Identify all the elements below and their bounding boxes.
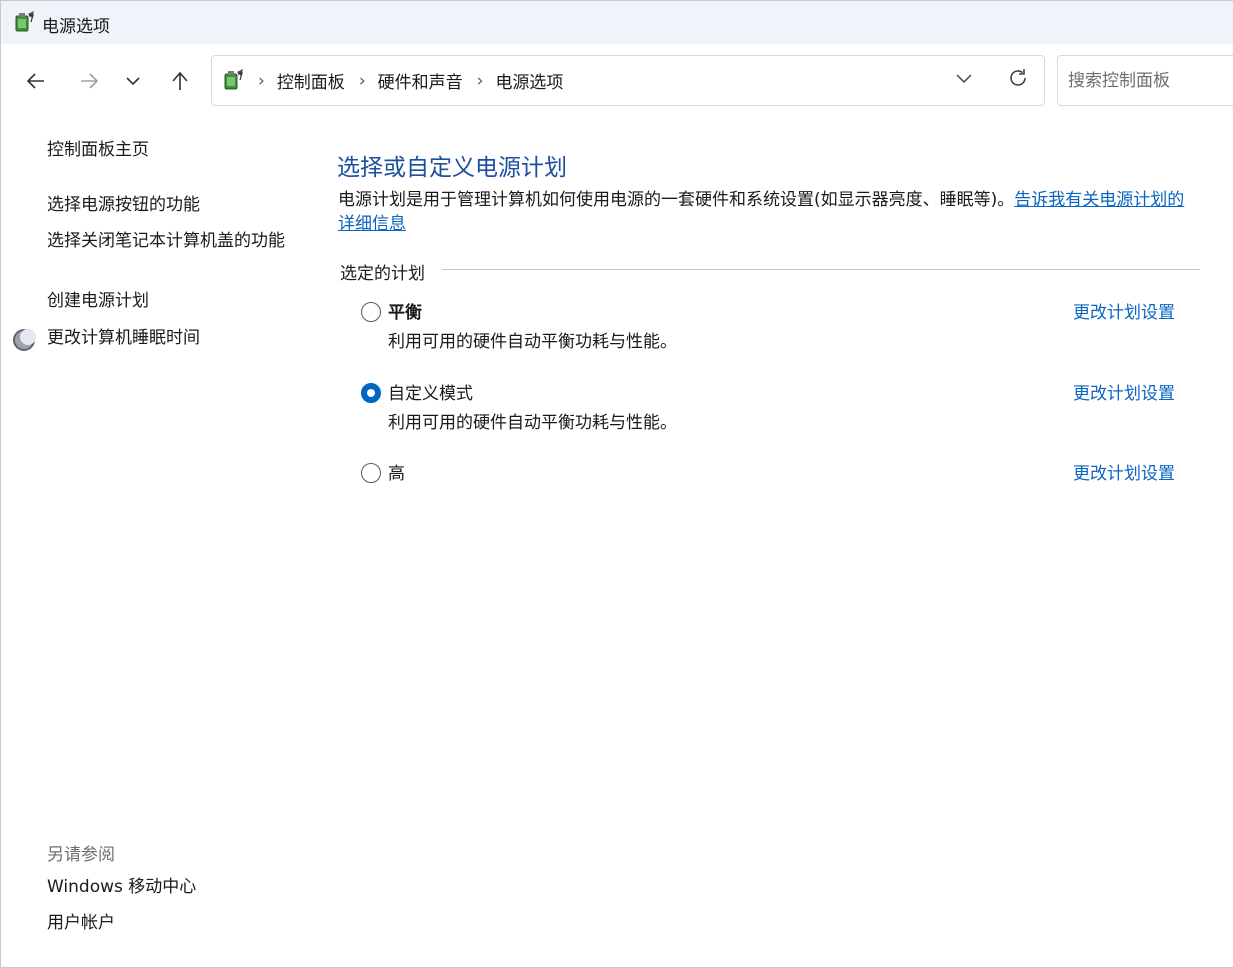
power-options-icon (13, 10, 37, 34)
navigation-bar: › 控制面板 › 硬件和声音 › 电源选项 (1, 44, 1233, 118)
sidebar-item-control-panel-home[interactable]: 控制面板主页 (47, 138, 292, 162)
power-options-window: 电源选项 › 控制面板 › 硬件和声音 › 电源选项 搜索控制面板 控制面板主页… (0, 0, 1233, 968)
group-label: 选定的计划 (340, 259, 435, 284)
breadcrumb-hardware-and-sound[interactable]: 硬件和声音 (378, 68, 463, 93)
page-title: 选择或自定义电源计划 (337, 155, 567, 181)
change-plan-settings-link[interactable]: 更改计划设置 (1073, 298, 1175, 323)
change-plan-settings-link[interactable]: 更改计划设置 (1073, 379, 1175, 404)
address-history-button[interactable] (952, 68, 976, 92)
plan-radio-custom[interactable] (361, 383, 381, 403)
group-divider (442, 269, 1200, 270)
chevron-down-icon (955, 69, 973, 91)
plan-radio-balanced[interactable] (361, 302, 381, 322)
breadcrumb: › 控制面板 › 硬件和声音 › 电源选项 (256, 56, 575, 105)
arrow-up-icon (169, 70, 191, 92)
up-button[interactable] (165, 66, 195, 96)
breadcrumb-control-panel[interactable]: 控制面板 (277, 68, 345, 93)
search-input[interactable] (1057, 55, 1233, 106)
arrow-right-icon (78, 70, 100, 92)
address-bar[interactable]: › 控制面板 › 硬件和声音 › 电源选项 (211, 55, 1045, 106)
see-also-user-accounts[interactable]: 用户帐户 (47, 911, 292, 935)
plan-description: 利用可用的硬件自动平衡功耗与性能。 (388, 413, 677, 433)
change-plan-settings-link[interactable]: 更改计划设置 (1073, 459, 1175, 484)
chevron-right-icon[interactable]: › (359, 71, 366, 91)
back-button[interactable] (21, 66, 51, 96)
plan-name[interactable]: 高 (388, 459, 405, 484)
arrow-left-icon (25, 70, 47, 92)
sidebar-item-create-plan[interactable]: 创建电源计划 (47, 289, 292, 313)
plan-radio-high[interactable] (361, 463, 381, 483)
window-title: 电源选项 (42, 17, 110, 37)
refresh-button[interactable] (1006, 68, 1030, 92)
forward-button[interactable] (74, 66, 104, 96)
sidebar: 控制面板主页 选择电源按钮的功能 选择关闭笔记本计算机盖的功能 创建电源计划 更… (1, 118, 301, 966)
moon-icon (12, 328, 36, 352)
description-text: 电源计划是用于管理计算机如何使用电源的一套硬件和系统设置(如显示器亮度、睡眠等)… (338, 190, 1015, 210)
refresh-icon (1007, 67, 1029, 93)
plan-name[interactable]: 自定义模式 (388, 379, 473, 404)
title-bar: 电源选项 (1, 0, 1233, 44)
chevron-right-icon[interactable]: › (258, 71, 265, 91)
power-options-icon (222, 68, 246, 92)
plan-name[interactable]: 平衡 (388, 298, 422, 323)
plan-description: 利用可用的硬件自动平衡功耗与性能。 (388, 332, 677, 352)
see-also-heading: 另请参阅 (47, 845, 115, 865)
sidebar-item-power-button[interactable]: 选择电源按钮的功能 (47, 193, 292, 217)
breadcrumb-power-options[interactable]: 电源选项 (495, 68, 563, 93)
sidebar-item-lid-close[interactable]: 选择关闭笔记本计算机盖的功能 (47, 229, 292, 253)
page-description: 电源计划是用于管理计算机如何使用电源的一套硬件和系统设置(如显示器亮度、睡眠等)… (338, 188, 1200, 236)
recent-locations-button[interactable] (118, 66, 148, 96)
see-also-mobility-center[interactable]: Windows 移动中心 (47, 875, 292, 899)
chevron-down-icon (125, 73, 141, 89)
sidebar-item-sleep-time[interactable]: 更改计算机睡眠时间 (47, 326, 292, 350)
chevron-right-icon[interactable]: › (477, 71, 484, 91)
